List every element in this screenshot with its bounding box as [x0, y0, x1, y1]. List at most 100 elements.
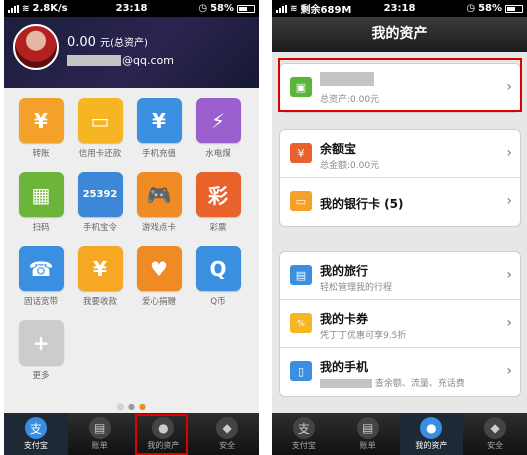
tab-alipay[interactable]: 支支付宝	[272, 413, 336, 455]
coupon-row[interactable]: % 我的卡券 凭丁丁优惠可享9.5折 ›	[280, 300, 520, 348]
phone-topup-icon: ¥	[136, 98, 182, 143]
chevron-right-icon: ›	[506, 145, 512, 161]
tab-alipay[interactable]: 支支付宝	[4, 413, 68, 455]
assets-icon: ●	[420, 417, 443, 439]
travel-title: 我的旅行	[320, 264, 369, 278]
shield-icon: ◆	[484, 417, 507, 439]
tab-bill[interactable]: ▤ 账单	[68, 413, 132, 455]
service-tile[interactable]: Q Q币	[194, 246, 242, 312]
service-tile[interactable]: ♥ 爱心捐赠	[135, 246, 183, 312]
token-icon: 25392	[77, 172, 123, 217]
service-tile[interactable]: 25392 手机宝令	[76, 172, 124, 238]
utilities-icon: ⚡	[195, 98, 241, 143]
travel-row[interactable]: ▤ 我的旅行 轻松管理我的行程 ›	[280, 252, 520, 300]
chevron-right-icon: ›	[506, 315, 512, 331]
tab-assets[interactable]: ● 我的资产	[399, 413, 464, 455]
mobile-phone-icon: ▯	[290, 361, 312, 381]
search-page-dot: ◎	[117, 402, 124, 411]
coupon-desc: 凭丁丁优惠可享9.5折	[320, 331, 407, 341]
status-bar: ≋ 剩余689M 23:18 ◷ 58%	[272, 0, 527, 17]
service-label: 游戏点卡	[141, 223, 176, 233]
highlight-box	[278, 58, 522, 112]
total-balance: 0.00 元(总资产)	[67, 34, 148, 50]
battery-icon	[505, 4, 523, 13]
clock: 23:18	[115, 3, 148, 14]
battery-icon	[237, 4, 255, 13]
bill-icon: ▤	[88, 417, 111, 439]
phone-desc-text: 查余额、流量、充话费	[374, 379, 465, 389]
transfer-icon: ¥	[18, 98, 64, 143]
shield-icon: ◆	[216, 417, 239, 439]
bank-card-icon: ▭	[290, 191, 312, 211]
tab-label: 支付宝	[291, 441, 316, 450]
service-label: 扫码	[32, 223, 50, 233]
page-indicator: ◎ ● ●	[4, 402, 259, 411]
service-tile[interactable]: 彩彩票	[194, 172, 242, 238]
service-label: 信用卡还款	[78, 149, 122, 159]
service-tile[interactable]: ▦ 扫码	[17, 172, 65, 238]
redacted-username	[67, 55, 121, 66]
service-label: 水电煤	[205, 149, 231, 159]
service-label: 转账	[32, 149, 50, 159]
page-dot: ●	[128, 402, 135, 411]
tab-label: 我的资产	[415, 441, 448, 450]
service-tile[interactable]: + 更多	[17, 320, 65, 386]
chevron-right-icon: ›	[506, 363, 512, 379]
yuebao-title: 余额宝	[320, 142, 357, 156]
tab-label: 支付宝	[23, 441, 48, 450]
gamepad-icon: 🎮	[136, 172, 182, 217]
avatar[interactable]	[13, 24, 59, 70]
heart-icon: ♥	[136, 246, 182, 291]
clock: 23:18	[383, 3, 416, 14]
redacted-phone-number	[320, 379, 372, 388]
bill-icon: ▤	[356, 417, 379, 439]
service-tile[interactable]: ¥ 转账	[17, 98, 65, 164]
credit-card-icon: ▭	[77, 98, 123, 143]
highlight-box	[135, 414, 188, 455]
service-label: 爱心捐赠	[141, 297, 176, 307]
landline-icon: ☎	[18, 246, 64, 291]
service-tile[interactable]: ⚡ 水电煤	[194, 98, 242, 164]
account-header[interactable]: 0.00 元(总资产) @qq.com	[4, 17, 259, 88]
coupon-title: 我的卡券	[320, 312, 369, 326]
tab-label: 安全	[219, 441, 236, 450]
service-tile[interactable]: 🎮 游戏点卡	[135, 172, 183, 238]
phone-title: 我的手机	[320, 360, 369, 374]
right-phone: ≋ 剩余689M 23:18 ◷ 58% 我的资产 ▣ 总资产:0.00元 › …	[272, 0, 527, 455]
bank-card-title: 我的银行卡 (5)	[320, 197, 404, 211]
tab-shield[interactable]: ◆ 安全	[463, 413, 527, 455]
status-bar: ≋ 2.8K/s 23:18 ◷ 58%	[4, 0, 259, 17]
qr-scan-icon: ▦	[18, 172, 64, 217]
chevron-right-icon: ›	[506, 193, 512, 209]
page-dot-active: ●	[138, 402, 146, 411]
balance-amount: 0.00	[67, 35, 96, 50]
left-phone: ≋ 2.8K/s 23:18 ◷ 58% 0.00 元(总资产) @qq.com…	[4, 0, 259, 455]
service-label: Q币	[210, 297, 226, 307]
money-bag-icon: ¥	[290, 143, 312, 163]
tab-bill[interactable]: ▤ 账单	[336, 413, 400, 455]
service-tile[interactable]: ☎ 固话宽带	[17, 246, 65, 312]
receive-money-icon: ¥	[77, 246, 123, 291]
bank-card-row[interactable]: ▭ 我的银行卡 (5) ›	[280, 178, 520, 226]
email-suffix: @qq.com	[122, 54, 174, 67]
account-email: @qq.com	[67, 54, 174, 67]
alipay-icon: 支	[292, 417, 315, 439]
service-tile[interactable]: ¥ 我要收款	[76, 246, 124, 312]
tab-label: 账单	[91, 441, 108, 450]
travel-desc: 轻松管理我的行程	[320, 283, 393, 293]
service-label: 手机充值	[141, 149, 176, 159]
service-tile[interactable]: ▭ 信用卡还款	[76, 98, 124, 164]
service-tile[interactable]: ¥ 手机充值	[135, 98, 183, 164]
yuebao-row[interactable]: ¥ 余额宝 总金额:0.00元 ›	[280, 130, 520, 178]
page-title: 我的资产	[272, 17, 527, 52]
alipay-icon: 支	[24, 417, 47, 439]
services-card: ▤ 我的旅行 轻松管理我的行程 › % 我的卡券 凭丁丁优惠可享9.5折 › ▯…	[279, 251, 521, 397]
coupon-icon: %	[290, 313, 312, 333]
tab-bar: 支支付宝 ▤ 账单 ● 我的资产 ◆ 安全	[4, 413, 259, 455]
tab-shield[interactable]: ◆ 安全	[195, 413, 259, 455]
plus-icon: +	[18, 320, 64, 365]
service-label: 更多	[32, 371, 50, 381]
phone-row[interactable]: ▯ 我的手机 查余额、流量、充话费 ›	[280, 348, 520, 396]
service-label: 固话宽带	[23, 297, 58, 307]
tab-label: 安全	[487, 441, 504, 450]
